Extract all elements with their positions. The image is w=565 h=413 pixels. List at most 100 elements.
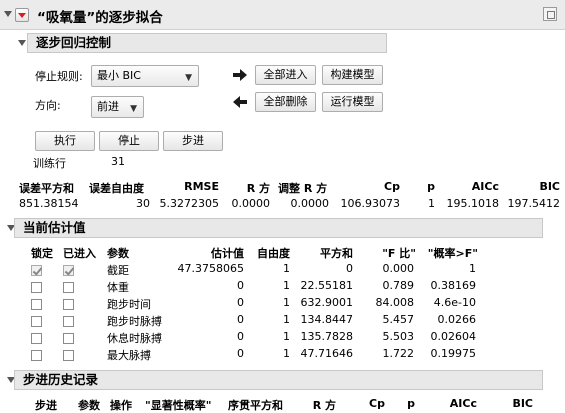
param-name: 跑步时脉搏 — [107, 315, 162, 328]
entered-checkbox[interactable] — [63, 299, 74, 310]
hist-col-step: 步进 — [35, 399, 57, 412]
hist-col-sig-prob: "显著性概率" — [145, 399, 212, 412]
summary-header-sse: 误差平方和 — [19, 182, 74, 195]
build-model-button[interactable]: 构建模型 — [322, 65, 383, 85]
lock-checkbox[interactable] — [31, 299, 42, 310]
summary-value-aicc: 195.1018 — [446, 197, 500, 210]
summary-header-cp: Cp — [384, 180, 400, 193]
collapse-triangle-icon[interactable] — [4, 11, 12, 17]
param-df: 1 — [283, 347, 290, 360]
param-estimate: 0 — [237, 313, 244, 326]
stop-rule-select[interactable]: 最小 BIC ▼ — [91, 65, 199, 87]
summary-value-adjrsq: 0.0000 — [290, 197, 330, 210]
lock-checkbox[interactable] — [31, 265, 42, 276]
summary-value-rmse: 5.3272305 — [159, 197, 220, 210]
param-estimate: 47.3758065 — [177, 262, 244, 275]
summary-header-rmse: RMSE — [184, 180, 219, 193]
enter-arrow-icon[interactable] — [232, 68, 248, 82]
lock-checkbox[interactable] — [31, 316, 42, 327]
enter-all-button[interactable]: 全部进入 — [255, 65, 316, 85]
summary-header-aicc: AICc — [471, 180, 499, 193]
col-estimate: 估计值 — [211, 247, 244, 260]
remove-all-button[interactable]: 全部删除 — [255, 92, 316, 112]
param-df: 1 — [283, 262, 290, 275]
summary-header-adjrsq: 调整 R 方 — [278, 182, 328, 195]
section-title: 步进历史记录 — [23, 372, 99, 387]
remove-arrow-icon[interactable] — [232, 95, 248, 109]
param-estimate: 0 — [237, 330, 244, 343]
col-lock: 锁定 — [31, 247, 53, 260]
param-prob: 0.0266 — [437, 313, 477, 326]
param-f: 0.000 — [382, 262, 415, 275]
summary-value-rsq: 0.0000 — [231, 197, 271, 210]
hist-col-bic: BIC — [512, 397, 533, 410]
stop-button[interactable]: 停止 — [99, 131, 159, 151]
direction-select[interactable]: 前进 ▼ — [91, 96, 144, 118]
section-header-control: 逐步回归控制 — [27, 33, 387, 53]
hist-col-param: 参数 — [78, 399, 100, 412]
page-title: “吸氧量”的逐步拟合 — [37, 10, 163, 26]
param-ss: 47.71646 — [300, 347, 354, 360]
hist-col-p: p — [407, 397, 415, 410]
param-df: 1 — [283, 313, 290, 326]
summary-value-dfe: 30 — [136, 197, 150, 210]
param-df: 1 — [283, 330, 290, 343]
go-button[interactable]: 执行 — [35, 131, 95, 151]
direction-value: 前进 — [97, 100, 119, 113]
param-estimate: 0 — [237, 347, 244, 360]
training-rows-value: 31 — [111, 155, 125, 168]
param-prob: 0.38169 — [430, 279, 477, 292]
entered-checkbox[interactable] — [63, 265, 74, 276]
direction-label: 方向: — [35, 99, 61, 112]
hist-col-cp: Cp — [369, 397, 385, 410]
step-button[interactable]: 步进 — [163, 131, 223, 151]
col-df: 自由度 — [257, 247, 290, 260]
param-prob: 1 — [469, 262, 476, 275]
section-title: 当前估计值 — [23, 220, 86, 235]
param-f: 0.789 — [382, 279, 415, 292]
summary-value-bic: 197.5412 — [507, 197, 561, 210]
col-entered: 已进入 — [63, 247, 96, 260]
stop-rule-value: 最小 BIC — [97, 69, 141, 82]
lock-checkbox[interactable] — [31, 350, 42, 361]
summary-header-bic: BIC — [539, 180, 560, 193]
hist-col-seq-ss: 序贯平方和 — [228, 399, 283, 412]
collapse-triangle-icon[interactable] — [18, 40, 26, 46]
col-f-ratio: "F 比" — [382, 247, 416, 260]
summary-value-cp: 106.93073 — [340, 197, 401, 210]
param-name: 跑步时间 — [107, 298, 151, 311]
entered-checkbox[interactable] — [63, 282, 74, 293]
pin-icon[interactable] — [543, 7, 557, 21]
red-triangle-menu-icon[interactable] — [15, 8, 29, 22]
entered-checkbox[interactable] — [63, 333, 74, 344]
col-ss: 平方和 — [320, 247, 353, 260]
summary-value-sse: 851.38154 — [19, 197, 79, 210]
entered-checkbox[interactable] — [63, 350, 74, 361]
entered-checkbox[interactable] — [63, 316, 74, 327]
run-model-button[interactable]: 运行模型 — [322, 92, 383, 112]
hist-col-action: 操作 — [110, 399, 132, 412]
lock-checkbox[interactable] — [31, 282, 42, 293]
col-parameter: 参数 — [107, 247, 129, 260]
chevron-down-icon: ▼ — [130, 104, 137, 114]
section-title: 逐步回归控制 — [36, 35, 112, 50]
hist-col-rsq: R 方 — [312, 399, 336, 412]
training-rows-label: 训练行 — [33, 157, 66, 170]
lock-checkbox[interactable] — [31, 333, 42, 344]
summary-value-p: 1 — [428, 197, 435, 210]
stop-rule-label: 停止规则: — [35, 70, 83, 83]
param-ss: 135.7828 — [300, 330, 354, 343]
chevron-down-icon: ▼ — [185, 73, 192, 83]
param-prob: 0.19975 — [430, 347, 477, 360]
summary-header-rsq: R 方 — [246, 182, 270, 195]
param-prob: 0.02604 — [430, 330, 477, 343]
param-estimate: 0 — [237, 296, 244, 309]
param-name: 截距 — [107, 264, 129, 277]
summary-header-dfe: 误差自由度 — [89, 182, 144, 195]
col-prob-f: "概率>F" — [427, 247, 478, 260]
section-header-history: 步进历史记录 — [14, 370, 543, 390]
param-ss: 0 — [346, 262, 353, 275]
param-f: 5.457 — [382, 313, 415, 326]
param-df: 1 — [283, 279, 290, 292]
param-ss: 134.8447 — [300, 313, 354, 326]
